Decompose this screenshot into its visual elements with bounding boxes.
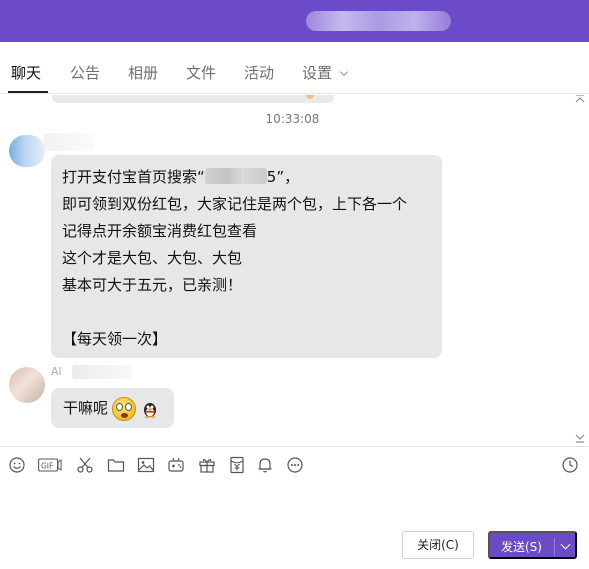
send-options-chevron-icon[interactable] [560, 539, 571, 550]
message-text: 干嘛呢 [63, 399, 109, 417]
avatar[interactable] [9, 367, 45, 403]
send-button-label: 发送(S) [501, 540, 542, 554]
scissors-icon[interactable] [76, 456, 94, 474]
close-button[interactable]: 关闭(C) [402, 531, 474, 559]
tab-files[interactable]: 文件 [186, 62, 216, 83]
sender-name-blurred [72, 365, 132, 379]
bell-icon[interactable] [256, 456, 274, 474]
tab-announcements[interactable]: 公告 [70, 62, 100, 83]
tab-settings[interactable]: 设置 [302, 62, 349, 83]
history-icon[interactable] [561, 456, 579, 474]
message-timestamp: 10:33:08 [265, 112, 320, 126]
gamepad-icon[interactable] [167, 456, 185, 474]
message-text: 打开支付宝首页搜索“ [62, 168, 205, 186]
message-bubble[interactable]: 干嘛呢 [51, 388, 174, 428]
folder-icon[interactable] [107, 456, 125, 474]
expand-down-icon[interactable] [575, 433, 585, 443]
message-line: 记得点开余额宝消费红包查看 [62, 222, 258, 240]
surprised-face-emoji [112, 397, 136, 421]
message-bubble[interactable]: 打开支付宝首页搜索“ 5”， 即可领到双份红包，大家记住是两个包，上下各一个 记得… [51, 155, 442, 358]
send-button[interactable]: 发送(S) [488, 531, 577, 559]
red-packet-icon[interactable] [228, 456, 246, 474]
title-bar [0, 0, 589, 42]
input-toolbar: GIF [0, 446, 589, 482]
collapse-up-icon[interactable] [575, 95, 585, 104]
message-line: 即可领到双份红包，大家记住是两个包，上下各一个 [62, 195, 408, 213]
message-line: 【每天领一次】 [62, 330, 168, 348]
sender-name-blurred [44, 133, 94, 151]
gif-icon[interactable]: GIF [38, 456, 62, 474]
sender-name: Al [51, 365, 62, 378]
more-icon[interactable] [286, 456, 304, 474]
blurred-search-code [204, 168, 267, 184]
tab-album[interactable]: 相册 [128, 62, 158, 83]
previous-message-bubble [52, 95, 334, 103]
group-name-blurred [306, 11, 451, 31]
message-line: 打开支付宝首页搜索“ 5”， [62, 164, 432, 191]
tab-bar: 聊天 公告 相册 文件 活动 设置 [0, 42, 589, 94]
emoji-icon[interactable] [8, 456, 26, 474]
send-button-divider [554, 538, 555, 556]
gift-icon[interactable] [198, 456, 216, 474]
message-line: 这个才是大包、大包、大包 [62, 249, 243, 267]
active-tab-indicator [8, 91, 48, 93]
tab-activities[interactable]: 活动 [244, 62, 274, 83]
gif-label: GIF [41, 461, 53, 470]
qq-penguin-emoji [144, 403, 156, 418]
chevron-down-icon [339, 67, 349, 77]
chat-history[interactable]: 10:33:08 打开支付宝首页搜索“ 5”， 即可领到双份红包，大家记住是两个包… [0, 95, 589, 446]
tab-settings-label: 设置 [302, 64, 333, 82]
tab-chat[interactable]: 聊天 [11, 62, 41, 83]
message-line: 基本可大于五元，已亲测！ [62, 276, 243, 294]
image-icon[interactable] [137, 456, 155, 474]
message-text: 5”， [266, 168, 300, 186]
avatar[interactable] [9, 135, 45, 167]
message-line-blank [62, 299, 432, 326]
